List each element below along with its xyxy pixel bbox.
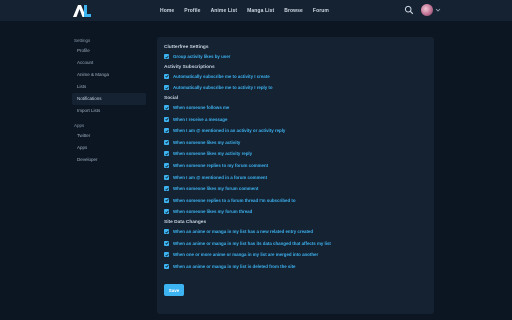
checkbox-checked-icon[interactable] [164, 252, 169, 258]
top-navbar: Home Profile Anime List Manga List Browse For… [0, 0, 512, 21]
checkbox-option[interactable]: Automatically subscribe me to activity I… [164, 71, 427, 83]
sidebar-item-import-lists[interactable]: Import Lists [72, 105, 146, 117]
checkbox-checked-icon[interactable] [164, 229, 169, 235]
checkbox-option[interactable]: When someone likes my activity reply [164, 148, 427, 160]
checkbox-checked-icon[interactable] [164, 85, 169, 91]
sidebar-item-apps[interactable]: Apps [72, 142, 146, 154]
checkbox-option[interactable]: Group activity likes by user [164, 51, 427, 63]
checkbox-label: When someone likes my activity reply [173, 151, 253, 157]
nav-link-home[interactable]: Home [160, 8, 174, 14]
checkbox-label: When someone likes my forum thread [173, 209, 253, 215]
checkbox-label: When one or more anime or manga in my li… [173, 252, 319, 258]
section-title-activity-subscriptions: Activity Subscriptions [164, 64, 215, 70]
checkbox-option[interactable]: When someone likes my forum comment [164, 183, 427, 195]
notification-settings-panel: Clutterfree Settings Group activity likes… [157, 37, 434, 314]
checkbox-option[interactable]: When someone follows me [164, 102, 427, 114]
checkbox-option[interactable]: When one or more anime or manga in my li… [164, 249, 427, 261]
checkbox-checked-icon[interactable] [164, 263, 169, 269]
checkbox-option[interactable]: When I am @ mentioned in an activity or … [164, 125, 427, 137]
checkbox-option[interactable]: When someone replies to my forum comment [164, 160, 427, 172]
checkbox-checked-icon[interactable] [164, 240, 169, 246]
checkbox-checked-icon[interactable] [164, 128, 169, 134]
checkbox-checked-icon[interactable] [164, 209, 169, 215]
settings-sidebar: Settings Profile Account Anime & Manga List… [72, 36, 146, 166]
checkbox-option[interactable]: When someone likes my forum thread [164, 206, 427, 218]
checkbox-label: When an anime or manga in my list has it… [173, 240, 331, 246]
checkbox-label: When someone follows me [173, 105, 230, 111]
checkbox-label: When an anime or manga in my list is del… [173, 263, 296, 269]
checkbox-option[interactable]: When an anime or manga in my list has it… [164, 237, 427, 249]
checkbox-checked-icon[interactable] [164, 54, 169, 60]
save-button[interactable]: Save [164, 284, 184, 297]
checkbox-label: Automatically subscribe me to activity I… [173, 85, 273, 91]
checkbox-checked-icon[interactable] [164, 186, 169, 192]
nav-link-anime-list[interactable]: Anime List [211, 8, 238, 14]
checkbox-label: When someone likes my activity [173, 139, 241, 145]
sidebar-item-profile[interactable]: Profile [72, 45, 146, 57]
checkbox-label: When someone replies to a forum thread I… [173, 197, 296, 203]
nav-link-profile[interactable]: Profile [184, 8, 200, 14]
checkbox-label: When someone replies to my forum comment [173, 163, 269, 169]
section-title-clutterfree-settings: Clutterfree Settings [164, 45, 209, 50]
sidebar-item-twitter[interactable]: Twitter [72, 130, 146, 142]
apps-heading: Apps [74, 123, 85, 128]
checkbox-label: Automatically subscribe me to activity I… [173, 73, 270, 79]
checkbox-checked-icon[interactable] [164, 116, 169, 122]
sidebar-item-account[interactable]: Account [72, 57, 146, 69]
checkbox-checked-icon[interactable] [164, 197, 169, 203]
checkbox-option[interactable]: When an anime or manga in my list has a … [164, 226, 427, 238]
checkbox-checked-icon[interactable] [164, 163, 169, 169]
checkbox-label: When I am @ mentioned in a forum comment [173, 174, 268, 180]
checkbox-option[interactable]: When someone likes my activity [164, 137, 427, 149]
sidebar-item-anime-manga[interactable]: Anime & Manga [72, 69, 146, 81]
sidebar-item-notifications[interactable]: Notifications [72, 93, 146, 105]
checkbox-checked-icon[interactable] [164, 151, 169, 157]
section-title-site-data-changes: Site Data Changes [164, 219, 207, 225]
checkbox-checked-icon[interactable] [164, 73, 169, 79]
nav-links: Home Profile Anime List Manga List Browse For… [160, 0, 339, 21]
checkbox-label: Group activity likes by user [173, 54, 231, 60]
avatar[interactable] [421, 4, 433, 16]
checkbox-option[interactable]: Automatically subscribe me to activity I… [164, 82, 427, 94]
nav-link-browse[interactable]: Browse [284, 8, 303, 14]
checkbox-checked-icon[interactable] [164, 105, 169, 111]
section-title-social: Social [164, 95, 179, 101]
checkbox-option[interactable]: When an anime or manga in my list is del… [164, 261, 427, 273]
checkbox-checked-icon[interactable] [164, 174, 169, 180]
checkbox-option[interactable]: When someone replies to a forum thread I… [164, 195, 427, 207]
checkbox-label: When I am @ mentioned in an activity or … [173, 128, 286, 134]
settings-heading: Settings [74, 38, 91, 43]
anilist-logo[interactable] [72, 4, 92, 18]
nav-link-manga-list[interactable]: Manga List [247, 8, 274, 14]
nav-link-forum[interactable]: Forum [313, 8, 329, 14]
checkbox-option[interactable]: When I am @ mentioned in a forum comment [164, 171, 427, 183]
sidebar-item-developer[interactable]: Developer [72, 154, 146, 166]
checkbox-label: When an anime or manga in my list has a … [173, 229, 314, 235]
checkbox-checked-icon[interactable] [164, 139, 169, 145]
sidebar-item-lists[interactable]: Lists [72, 81, 146, 93]
checkbox-label: When someone likes my forum comment [173, 186, 259, 192]
checkbox-option[interactable]: When I receive a message [164, 113, 427, 125]
chevron-down-icon[interactable] [435, 7, 441, 13]
checkbox-label: When I receive a message [173, 116, 228, 122]
search-icon[interactable] [404, 5, 414, 15]
